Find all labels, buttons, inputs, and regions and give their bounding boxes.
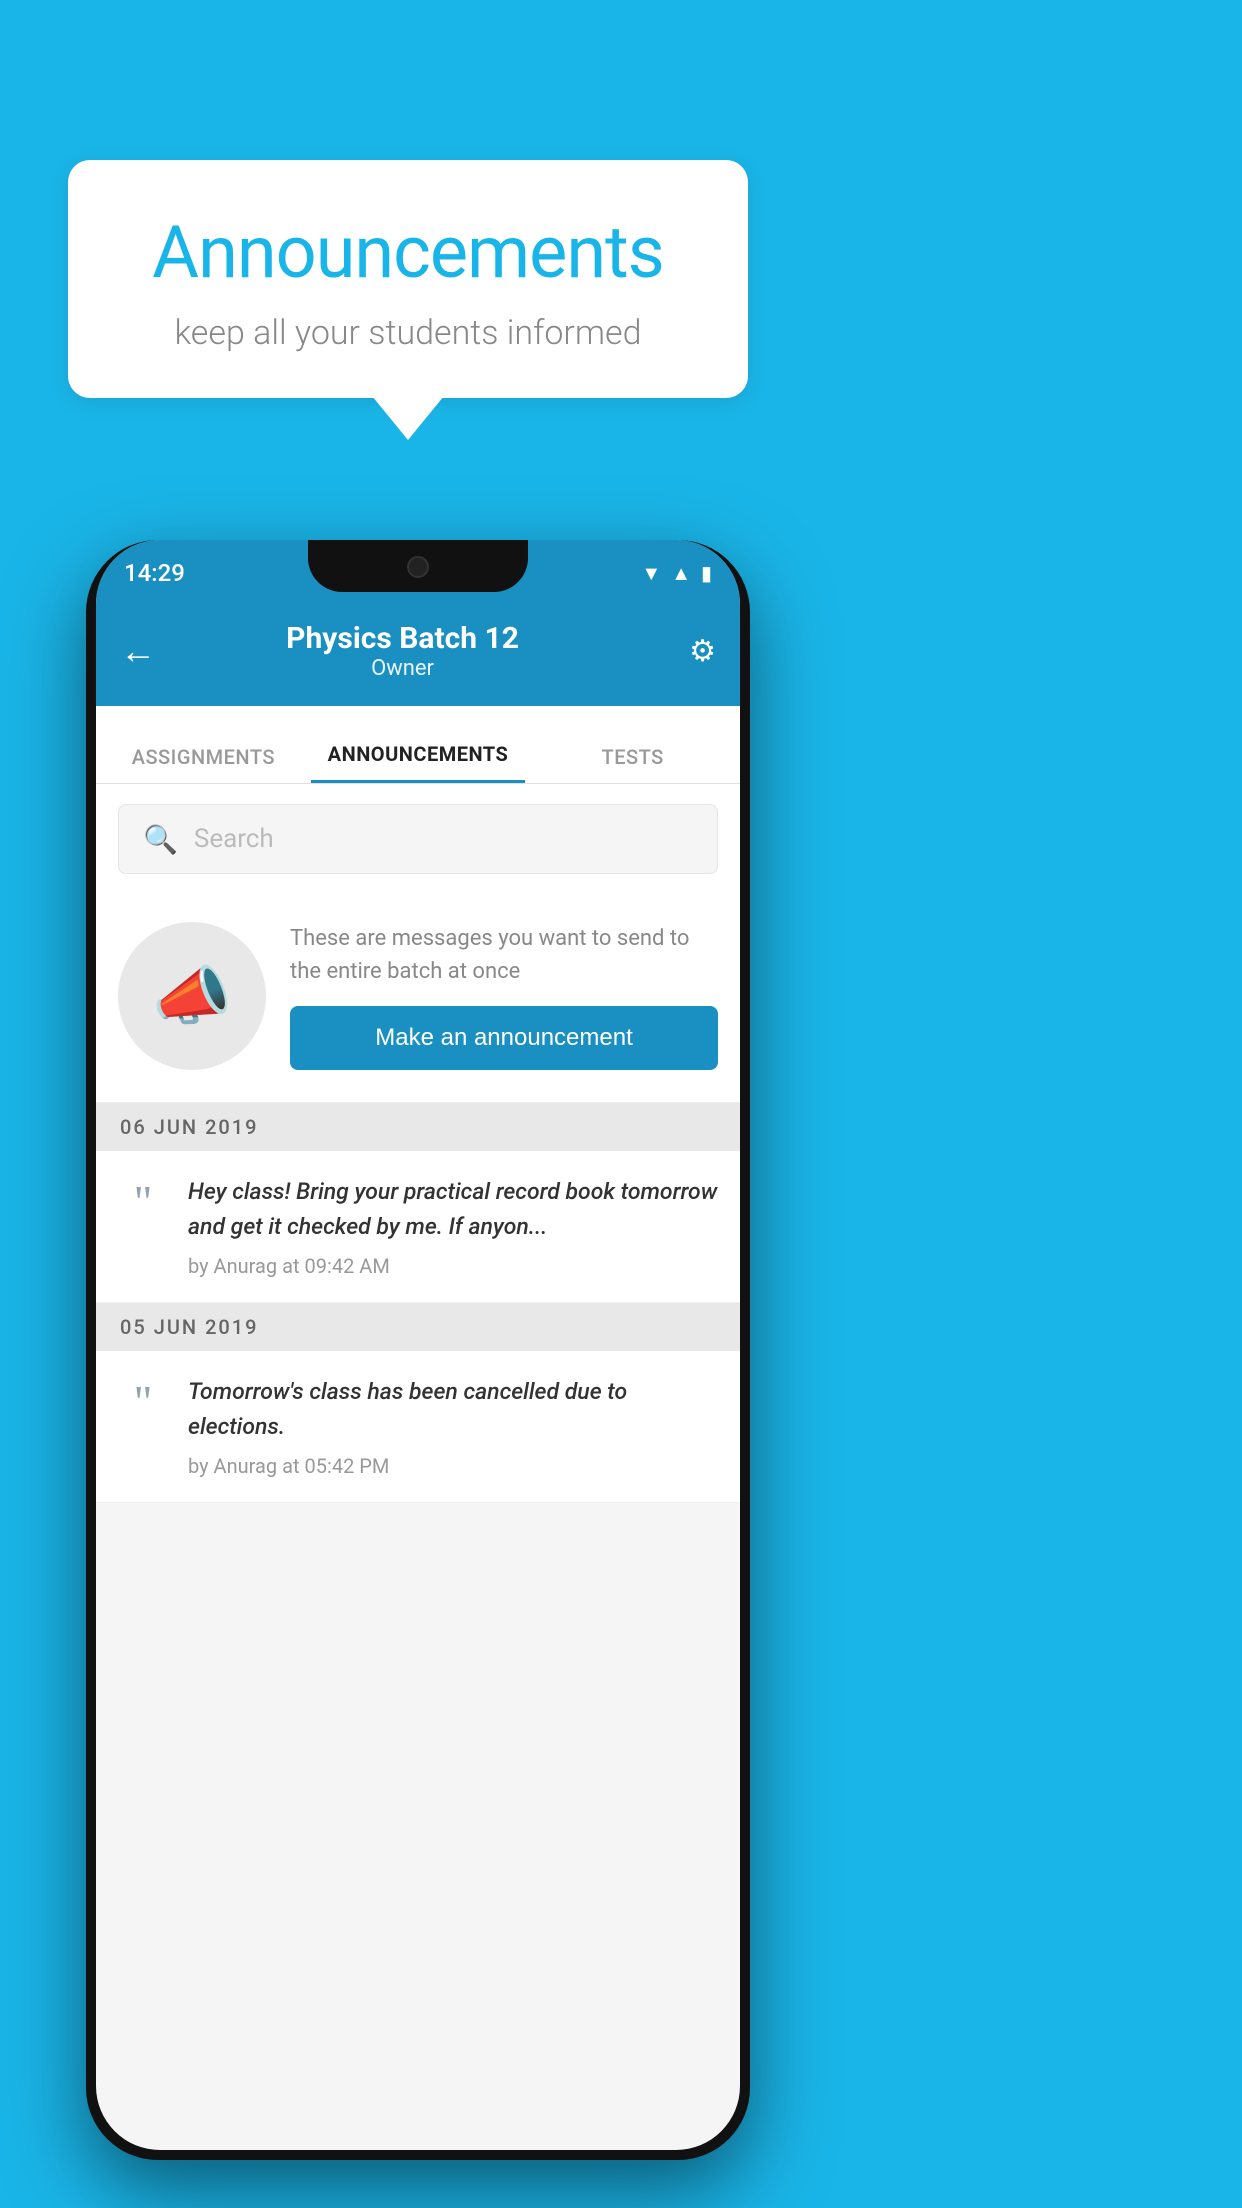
announcement-content-1: Tomorrow's class has been cancelled due … [188,1375,718,1478]
tab-tests[interactable]: TESTS [525,745,740,783]
bubble-subtitle: keep all your students informed [108,313,708,353]
quote-icon-0: " [118,1179,168,1278]
phone-screen: 14:29 ▼ ▲ ▮ ← Physics Batch 12 Owner ⚙ A… [96,540,740,2150]
search-bar[interactable]: 🔍 Search [118,804,718,874]
announcement-meta-1: by Anurag at 05:42 PM [188,1454,718,1478]
empty-text-block: These are messages you want to send to t… [290,922,718,1070]
announcement-meta-0: by Anurag at 09:42 AM [188,1254,718,1278]
announcement-text-0: Hey class! Bring your practical record b… [188,1175,718,1244]
phone-frame: 14:29 ▼ ▲ ▮ ← Physics Batch 12 Owner ⚙ A… [86,540,750,2160]
search-placeholder: Search [194,824,274,854]
announcement-content-0: Hey class! Bring your practical record b… [188,1175,718,1278]
app-bar: ← Physics Batch 12 Owner ⚙ [96,596,740,706]
tabs-bar: ASSIGNMENTS ANNOUNCEMENTS TESTS [96,706,740,784]
empty-state: 📣 These are messages you want to send to… [96,894,740,1103]
tab-assignments[interactable]: ASSIGNMENTS [96,745,311,783]
quote-icon-1: " [118,1379,168,1478]
app-bar-title-block: Physics Batch 12 Owner [176,621,629,681]
date-separator-0: 06 JUN 2019 [96,1103,740,1151]
empty-description: These are messages you want to send to t… [290,922,718,988]
search-icon: 🔍 [143,823,178,856]
status-time: 14:29 [124,559,185,587]
battery-icon: ▮ [701,561,712,585]
phone-notch [308,540,528,592]
front-camera [407,556,429,578]
tab-announcements[interactable]: ANNOUNCEMENTS [311,742,526,783]
batch-subtitle: Owner [176,656,629,681]
wifi-icon: ▼ [641,561,661,586]
settings-button[interactable]: ⚙ [689,634,716,669]
announcement-text-1: Tomorrow's class has been cancelled due … [188,1375,718,1444]
announcement-item-0: " Hey class! Bring your practical record… [96,1151,740,1303]
back-button[interactable]: ← [120,630,156,672]
bubble-title: Announcements [108,210,708,295]
batch-title: Physics Batch 12 [176,621,629,656]
speech-bubble: Announcements keep all your students inf… [68,160,748,398]
signal-icon: ▲ [671,561,691,586]
megaphone-icon: 📣 [152,959,232,1034]
make-announcement-button[interactable]: Make an announcement [290,1006,718,1070]
announcement-item-1: " Tomorrow's class has been cancelled du… [96,1351,740,1503]
date-separator-1: 05 JUN 2019 [96,1303,740,1351]
status-icons: ▼ ▲ ▮ [641,561,712,586]
announcement-icon-circle: 📣 [118,922,266,1070]
content-area: 🔍 Search 📣 These are messages you want t… [96,784,740,1503]
